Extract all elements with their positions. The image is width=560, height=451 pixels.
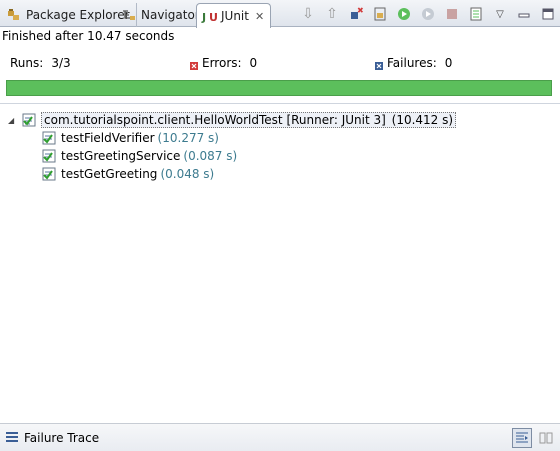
test-name: testGreetingService bbox=[61, 149, 181, 163]
filter-stack-trace-button[interactable] bbox=[512, 428, 532, 448]
run-status-text: Finished after 10.47 seconds bbox=[2, 29, 175, 43]
close-icon[interactable]: ✕ bbox=[255, 10, 264, 23]
failure-trace-label: Failure Trace bbox=[24, 431, 100, 445]
test-counters: Runs: 3/3 Errors: 0 Failures: 0 bbox=[0, 48, 560, 76]
tab-label: Navigator bbox=[141, 8, 200, 22]
previous-failure-icon[interactable]: ⇧ bbox=[321, 3, 343, 25]
errors-label: Errors: bbox=[202, 56, 242, 70]
package-explorer-icon bbox=[6, 7, 22, 23]
divider bbox=[0, 103, 560, 104]
tab-label: JUnit bbox=[221, 9, 249, 23]
tab-label: Package Explorer bbox=[26, 8, 130, 22]
view-menu-icon[interactable]: ▽ bbox=[489, 3, 511, 25]
rerun-test-icon[interactable] bbox=[393, 3, 415, 25]
failure-trace-icon bbox=[6, 432, 18, 442]
test-name: testFieldVerifier bbox=[61, 131, 155, 145]
compare-icon bbox=[539, 432, 553, 444]
show-failures-only-icon[interactable]: ✖ bbox=[345, 3, 367, 25]
minimize-icon[interactable] bbox=[513, 3, 535, 25]
test-class-name: com.tutorialspoint.client.HelloWorldTest… bbox=[44, 113, 386, 127]
test-passed-icon bbox=[42, 130, 58, 146]
test-time: (0.048 s) bbox=[160, 167, 215, 181]
failures-label: Failures: bbox=[387, 56, 437, 70]
failures-value: 0 bbox=[444, 56, 453, 70]
collapse-triangle-icon[interactable]: ◢ bbox=[8, 116, 18, 125]
test-class-time: (10.412 s) bbox=[391, 113, 454, 127]
tree-root-label: com.tutorialspoint.client.HelloWorldTest… bbox=[41, 112, 457, 128]
progress-fill bbox=[7, 81, 551, 95]
scroll-lock-icon[interactable] bbox=[369, 3, 391, 25]
junit-icon: JU bbox=[201, 8, 218, 24]
test-time: (0.087 s) bbox=[183, 149, 238, 163]
errors-counter: Errors: 0 bbox=[190, 56, 257, 70]
tree-item-test[interactable]: testGetGreeting (0.048 s) bbox=[42, 165, 214, 183]
tree-item-test[interactable]: testFieldVerifier (10.277 s) bbox=[42, 129, 219, 147]
test-time: (10.277 s) bbox=[157, 131, 219, 145]
test-name: testGetGreeting bbox=[61, 167, 158, 181]
runs-value: 3/3 bbox=[51, 56, 71, 70]
test-suite-passed-icon bbox=[22, 112, 38, 128]
next-failure-icon[interactable]: ⇩ bbox=[297, 3, 319, 25]
stop-icon[interactable] bbox=[441, 3, 463, 25]
view-tab-bar: Package Explorer Navigator JU JUnit ✕ ⇩ … bbox=[0, 0, 560, 28]
maximize-icon[interactable] bbox=[537, 3, 559, 25]
svg-text:✖: ✖ bbox=[357, 6, 364, 15]
test-passed-icon bbox=[42, 166, 58, 182]
test-run-history-icon[interactable] bbox=[465, 3, 487, 25]
runs-label: Runs: bbox=[10, 56, 44, 70]
navigator-icon bbox=[121, 7, 137, 23]
rerun-failed-first-icon[interactable] bbox=[417, 3, 439, 25]
test-passed-icon bbox=[42, 148, 58, 164]
failure-trace-bar: Failure Trace bbox=[0, 423, 560, 451]
tree-item-test[interactable]: testGreetingService (0.087 s) bbox=[42, 147, 237, 165]
error-icon bbox=[190, 59, 198, 70]
view-toolbar: ⇩ ⇧ ✖ ▽ bbox=[296, 2, 560, 26]
svg-text:U: U bbox=[209, 11, 217, 24]
test-progress-bar bbox=[6, 80, 552, 96]
errors-value: 0 bbox=[249, 56, 258, 70]
failure-icon bbox=[375, 59, 383, 70]
svg-text:J: J bbox=[201, 11, 206, 24]
failures-counter: Failures: 0 bbox=[375, 56, 452, 70]
compare-results-button[interactable] bbox=[536, 428, 556, 448]
tree-root-test-class[interactable]: ◢ com.tutorialspoint.client.HelloWorldTe… bbox=[8, 111, 457, 129]
filter-stack-icon bbox=[516, 432, 528, 443]
runs-counter: Runs: 3/3 bbox=[10, 56, 71, 70]
tab-navigator[interactable]: Navigator bbox=[117, 3, 207, 27]
tab-junit[interactable]: JU JUnit ✕ bbox=[196, 3, 272, 28]
